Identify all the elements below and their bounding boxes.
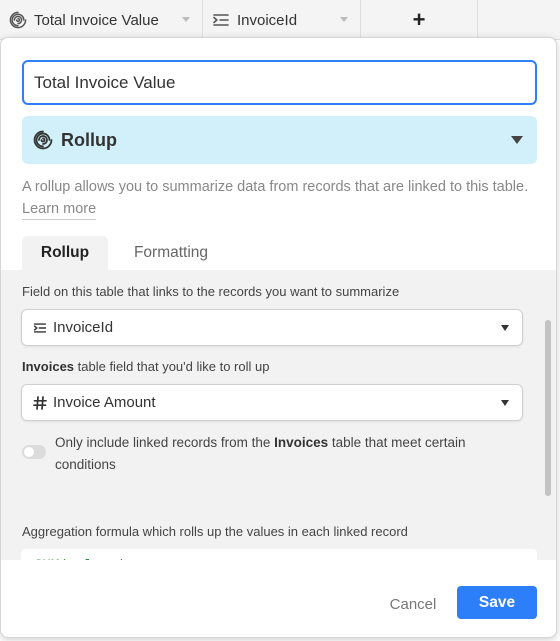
plus-icon: + <box>412 7 426 32</box>
cancel-button[interactable]: Cancel <box>383 589 443 619</box>
condition-toggle-label: Only include linked records from the Inv… <box>55 432 495 476</box>
link-field-icon <box>33 321 47 335</box>
description-text: A rollup allows you to summarize data fr… <box>22 179 529 195</box>
rollup-settings-panel: Field on this table that links to the re… <box>1 270 556 560</box>
condition-toggle[interactable] <box>22 445 46 459</box>
aggregation-label: Aggregation formula which rolls up the v… <box>22 524 408 539</box>
field-type-label: Rollup <box>61 129 117 150</box>
link-field-icon <box>212 11 230 29</box>
add-column-button[interactable]: + <box>361 0 478 40</box>
field-name-input[interactable] <box>22 60 537 105</box>
rollup-field-value: Invoice Amount <box>53 394 156 411</box>
number-field-icon <box>33 395 47 410</box>
column-header-label: Total Invoice Value <box>34 11 159 29</box>
chevron-down-icon[interactable] <box>182 17 190 22</box>
table-name: Invoices <box>274 435 329 450</box>
save-button[interactable]: Save <box>457 586 537 619</box>
toggle-knob <box>24 447 34 457</box>
column-header-label: InvoiceId <box>237 11 298 29</box>
rollup-icon <box>33 130 53 150</box>
field-type-description: A rollup allows you to summarize data fr… <box>22 176 532 220</box>
link-field-label: Field on this table that links to the re… <box>22 284 400 299</box>
field-type-select[interactable]: Rollup <box>22 116 537 164</box>
column-header-invoiceid[interactable]: InvoiceId <box>203 0 361 40</box>
rollup-field-label: Invoices table field that you'd like to … <box>22 359 269 374</box>
caret-down-icon <box>501 325 509 331</box>
tab-rollup[interactable]: Rollup <box>22 236 108 270</box>
scrollbar-thumb[interactable] <box>545 320 551 496</box>
learn-more-link[interactable]: Learn more <box>22 201 97 220</box>
column-header-strip: Total Invoice Value InvoiceId + <box>0 0 560 40</box>
tab-formatting[interactable]: Formatting <box>108 236 234 270</box>
rollup-icon <box>9 11 27 29</box>
field-config-dialog: Rollup A rollup allows you to summarize … <box>0 37 557 638</box>
column-header-total-invoice-value[interactable]: Total Invoice Value <box>0 0 203 40</box>
table-name: Invoices <box>22 359 75 374</box>
aggregation-formula-input[interactable]: SUM(values) <box>21 549 537 560</box>
rollup-field-label-text: table field that you'd like to roll up <box>74 359 270 374</box>
link-field-select[interactable]: InvoiceId <box>21 309 523 346</box>
chevron-down-icon[interactable] <box>340 17 348 22</box>
link-field-value: InvoiceId <box>53 319 114 336</box>
caret-down-icon <box>501 400 509 406</box>
caret-down-icon <box>511 136 523 144</box>
rollup-field-select[interactable]: Invoice Amount <box>21 384 523 421</box>
config-tabs: Rollup Formatting <box>22 236 234 270</box>
toggle-text-before: Only include linked records from the <box>55 435 275 450</box>
